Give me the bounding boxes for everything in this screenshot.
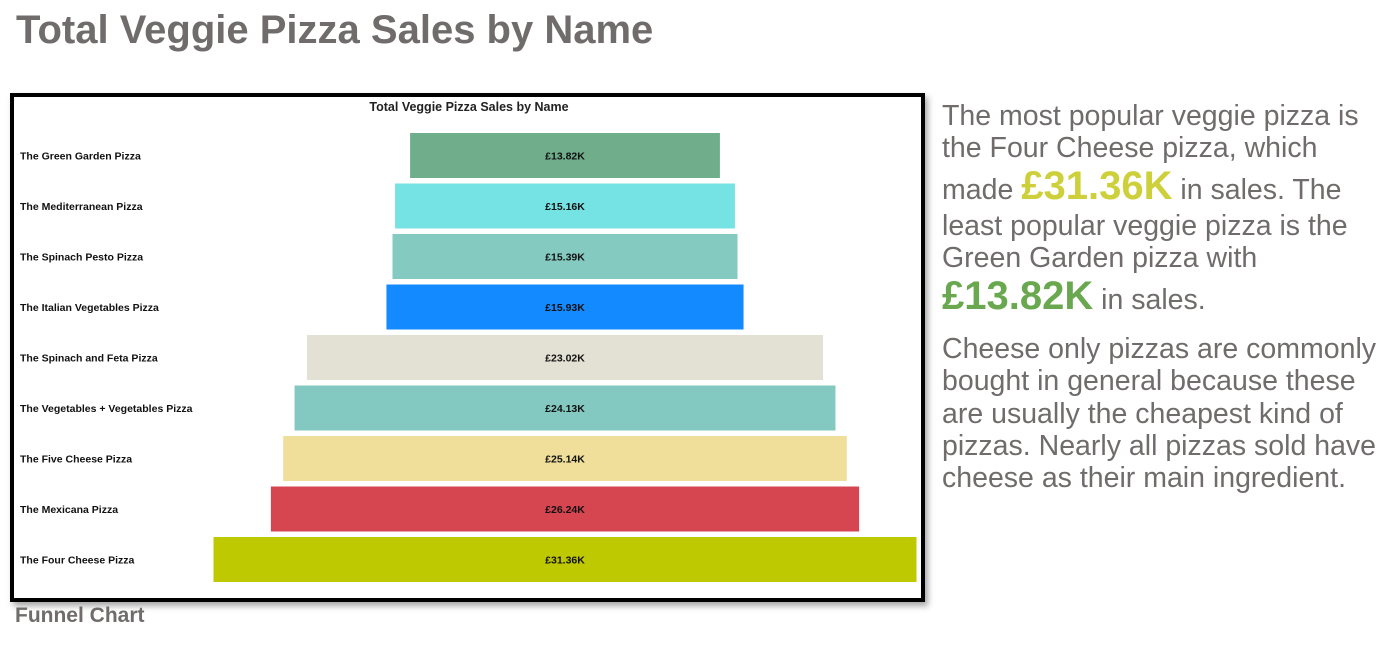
insight-paragraph-2: Cheese only pizzas are commonly bought i… xyxy=(942,333,1377,494)
funnel-chart-svg: Total Veggie Pizza Sales by Name The Gre… xyxy=(20,100,917,582)
category-label: The Mexicana Pizza xyxy=(20,504,118,516)
funnel-row: The Spinach and Feta Pizza £23.02K xyxy=(20,335,824,380)
funnel-row: The Italian Vegetables Pizza £15.93K xyxy=(20,284,744,330)
highlight-min-value: £13.82K xyxy=(942,274,1094,318)
insight-panel: The most popular veggie pizza is the Fou… xyxy=(942,100,1382,494)
chart-caption: Funnel Chart xyxy=(15,604,145,627)
value-label: £15.16K xyxy=(545,201,585,213)
funnel-row: The Vegetables + Vegetables Pizza £24.13K xyxy=(20,385,836,431)
highlight-max-value: £31.36K xyxy=(1021,164,1173,209)
insight-text-3: in sales. xyxy=(1093,284,1206,316)
category-label: The Four Cheese Pizza xyxy=(20,555,135,567)
chart-title: Total Veggie Pizza Sales by Name xyxy=(369,100,568,114)
category-label: The Green Garden Pizza xyxy=(20,151,141,163)
funnel-row: The Mediterranean Pizza £15.16K xyxy=(20,183,735,229)
category-label: The Five Cheese Pizza xyxy=(20,454,132,466)
category-label: The Italian Vegetables Pizza xyxy=(20,302,159,314)
funnel-rows: The Green Garden Pizza £13.82K The Mediter… xyxy=(20,133,917,582)
page-title: Total Veggie Pizza Sales by Name xyxy=(16,8,654,52)
value-label: £15.93K xyxy=(545,302,585,314)
value-label: £25.14K xyxy=(545,454,585,466)
funnel-row: The Mexicana Pizza £26.24K xyxy=(20,486,860,532)
category-label: The Vegetables + Vegetables Pizza xyxy=(20,403,193,415)
funnel-row: The Four Cheese Pizza £31.36K xyxy=(20,537,917,582)
category-label: The Mediterranean Pizza xyxy=(20,201,143,213)
value-label: £26.24K xyxy=(545,504,585,516)
funnel-chart: Total Veggie Pizza Sales by Name The Gre… xyxy=(10,93,925,602)
value-label: £24.13K xyxy=(545,403,585,415)
category-label: The Spinach and Feta Pizza xyxy=(20,353,158,365)
value-label: £31.36K xyxy=(545,555,585,567)
funnel-row: The Green Garden Pizza £13.82K xyxy=(20,133,720,178)
funnel-row: The Five Cheese Pizza £25.14K xyxy=(20,436,847,481)
value-label: £15.39K xyxy=(545,252,585,264)
value-label: £23.02K xyxy=(545,353,585,365)
value-label: £13.82K xyxy=(545,151,585,163)
insight-paragraph-1: The most popular veggie pizza is the Fou… xyxy=(942,100,1382,319)
category-label: The Spinach Pesto Pizza xyxy=(20,252,143,264)
funnel-row: The Spinach Pesto Pizza £15.39K xyxy=(20,234,738,279)
